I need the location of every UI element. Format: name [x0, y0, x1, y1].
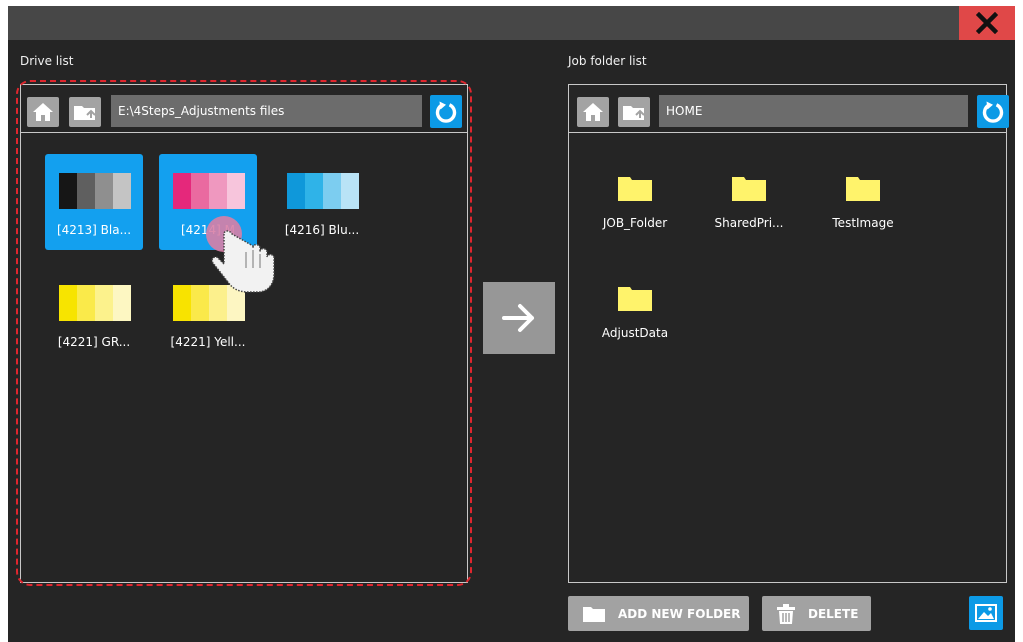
- drive-file-label: [4221] Yell...: [170, 335, 246, 349]
- drive-file-item[interactable]: [4221] GR...: [45, 266, 143, 362]
- drive-path-field[interactable]: E:\4Steps_Adjustments files: [111, 95, 422, 127]
- color-swatch: [77, 285, 95, 321]
- arrow-right-icon: [502, 304, 534, 332]
- drive-list-label: Drive list: [20, 54, 74, 68]
- color-swatch: [95, 173, 113, 209]
- job-folder-list-label: Job folder list: [568, 54, 647, 68]
- color-swatch: [59, 173, 77, 209]
- color-swatch: [323, 173, 341, 209]
- add-new-folder-button[interactable]: ADD NEW FOLDER: [568, 596, 749, 631]
- home-icon: [33, 103, 53, 121]
- drive-list-panel: E:\4Steps_Adjustments files [4213] Bla..…: [20, 84, 468, 583]
- job-path-field[interactable]: HOME: [659, 95, 968, 127]
- color-swatch-thumbnail: [59, 285, 131, 321]
- drive-file-label: [4213] Bla...: [56, 223, 132, 237]
- color-swatch: [191, 285, 209, 321]
- drive-list-toolbar: E:\4Steps_Adjustments files: [21, 85, 467, 133]
- drive-file-item[interactable]: [4213] Bla...: [45, 154, 143, 250]
- transfer-button[interactable]: [483, 282, 555, 354]
- folder-icon: [618, 287, 652, 311]
- job-refresh-button[interactable]: [977, 95, 1009, 128]
- color-swatch: [173, 173, 191, 209]
- image-view-button[interactable]: [969, 596, 1003, 630]
- close-icon: [976, 12, 998, 34]
- job-folder-item[interactable]: JOB_Folder: [585, 175, 685, 245]
- color-swatch: [173, 285, 191, 321]
- image-icon: [975, 604, 997, 622]
- color-swatch: [287, 173, 305, 209]
- drive-refresh-button[interactable]: [430, 95, 462, 128]
- folder-up-icon: [623, 106, 645, 120]
- color-swatch-thumbnail: [173, 173, 245, 209]
- folder-icon: [583, 606, 605, 622]
- job-home-button[interactable]: [577, 97, 609, 127]
- job-folder-label: AdjustData: [601, 326, 669, 340]
- job-folder-label: JOB_Folder: [602, 216, 668, 230]
- home-icon: [583, 103, 603, 121]
- job-folder-item[interactable]: TestImage: [813, 175, 913, 245]
- color-swatch: [305, 173, 323, 209]
- drive-file-label: [4221] GR...: [57, 335, 131, 349]
- color-swatch: [341, 173, 359, 209]
- drive-file-label: [4216] Blu...: [284, 223, 360, 237]
- folder-icon: [732, 177, 766, 201]
- color-swatch-thumbnail: [287, 173, 359, 209]
- drive-file-item[interactable]: [4216] Blu...: [273, 154, 371, 250]
- trash-icon: [777, 603, 795, 624]
- app-window: Drive list E:\4Steps_Adjustments files […: [8, 6, 1015, 642]
- drive-file-item[interactable]: [4221] Yell...: [159, 266, 257, 362]
- color-swatch: [227, 173, 245, 209]
- refresh-icon: [982, 101, 1004, 123]
- drive-home-button[interactable]: [27, 97, 59, 127]
- drive-open-folder-button[interactable]: [69, 97, 101, 127]
- color-swatch: [113, 285, 131, 321]
- job-folder-label: TestImage: [832, 216, 894, 230]
- color-swatch-thumbnail: [59, 173, 131, 209]
- color-swatch: [95, 285, 113, 321]
- close-button[interactable]: [959, 6, 1015, 40]
- color-swatch: [227, 285, 245, 321]
- color-swatch: [77, 173, 95, 209]
- delete-button[interactable]: DELETE: [762, 596, 871, 631]
- drive-file-item[interactable]: [4214] M: [159, 154, 257, 250]
- folder-icon: [846, 177, 880, 201]
- job-folder-item[interactable]: SharedPri...: [699, 175, 799, 245]
- job-folder-toolbar: HOME: [569, 85, 1009, 133]
- color-swatch: [191, 173, 209, 209]
- folder-icon: [618, 177, 652, 201]
- job-folder-panel: HOME JOB_Folder SharedPri... TestImage Adju…: [568, 84, 1009, 583]
- job-open-folder-button[interactable]: [618, 97, 650, 127]
- job-folder-label: SharedPri...: [714, 216, 784, 230]
- color-swatch: [59, 285, 77, 321]
- title-bar: [8, 6, 1015, 40]
- color-swatch: [209, 173, 227, 209]
- color-swatch-thumbnail: [173, 285, 245, 321]
- add-new-folder-label: ADD NEW FOLDER: [618, 606, 741, 621]
- delete-label: DELETE: [808, 606, 859, 621]
- color-swatch: [113, 173, 131, 209]
- drive-file-label: [4214] M: [180, 223, 236, 237]
- job-folder-item[interactable]: AdjustData: [585, 285, 685, 355]
- refresh-icon: [435, 101, 457, 123]
- color-swatch: [209, 285, 227, 321]
- folder-up-icon: [74, 106, 96, 120]
